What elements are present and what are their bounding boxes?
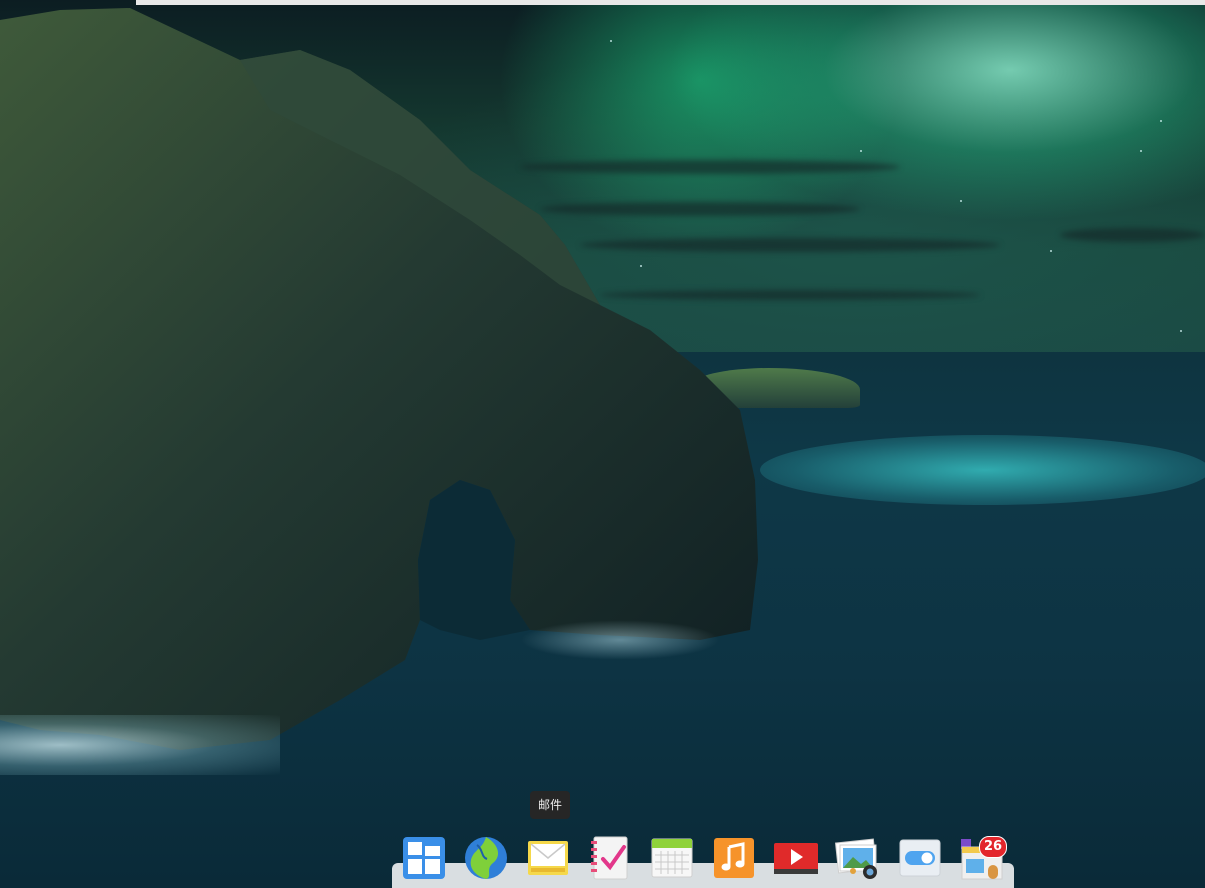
top-panel-strip: [136, 0, 1205, 5]
video-button[interactable]: [773, 835, 819, 881]
calendar-button[interactable]: [649, 835, 695, 881]
mail-button[interactable]: [525, 835, 571, 881]
calendar-icon: [651, 838, 693, 878]
settings-button[interactable]: [897, 835, 943, 881]
toggle-settings-icon: [899, 839, 941, 877]
photos-button[interactable]: [835, 835, 881, 881]
todo-notebook-icon: [591, 836, 628, 880]
photos-icon: [835, 838, 878, 879]
wave-foam: [0, 715, 280, 775]
browser-button[interactable]: [463, 835, 509, 881]
video-play-icon: [774, 843, 818, 874]
music-button[interactable]: [711, 835, 757, 881]
wave-foam: [520, 620, 720, 660]
desktop-wallpaper: [0, 0, 1205, 888]
todo-button[interactable]: [587, 835, 633, 881]
mail-envelope-icon: [528, 841, 568, 875]
launcher-button[interactable]: [401, 835, 447, 881]
launcher-icon: [403, 837, 445, 879]
notification-badge: 26: [979, 836, 1007, 858]
music-note-icon: [714, 838, 754, 878]
browser-globe-icon: [465, 837, 507, 879]
dock-tooltip: 邮件: [530, 791, 571, 819]
